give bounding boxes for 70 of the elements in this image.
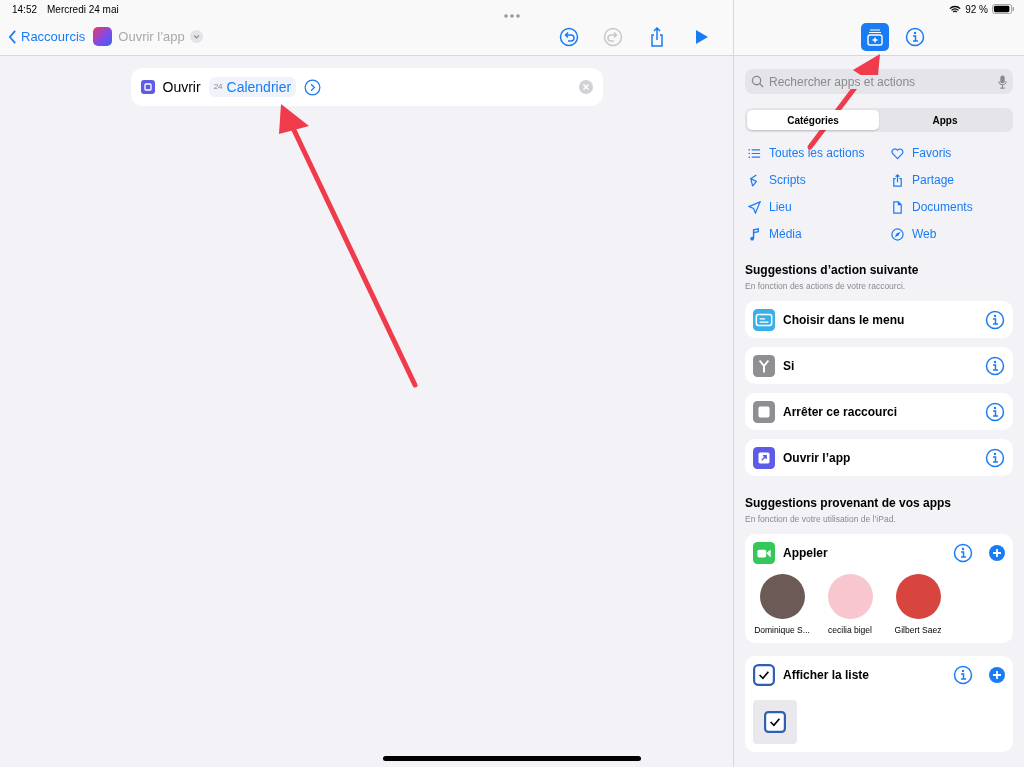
contact-name: Gilbert Saez <box>894 625 942 635</box>
location-arrow-icon <box>748 200 761 214</box>
app-icon <box>140 80 155 94</box>
segment-tab[interactable]: Apps <box>879 110 1011 130</box>
back-link[interactable]: Raccourcis <box>8 29 86 44</box>
contact-button[interactable]: Gilbert Saez <box>889 574 947 635</box>
contact-button[interactable]: Dominique S... <box>753 574 811 635</box>
category-item[interactable]: Partage <box>891 171 1013 189</box>
undo-icon[interactable] <box>559 26 579 47</box>
category-item[interactable]: Web <box>891 225 1013 243</box>
music-note-icon <box>748 227 761 241</box>
shortcut-title[interactable]: Ouvrir l’app <box>118 29 185 44</box>
info-icon[interactable] <box>985 447 1005 468</box>
checkbox-icon <box>764 711 786 733</box>
app-icon <box>93 27 113 46</box>
info-icon[interactable] <box>953 543 973 563</box>
action-label: Ouvrir l’app <box>783 450 852 465</box>
add-icon[interactable] <box>989 545 1005 561</box>
status-date: Mercredi 24 mai <box>47 3 119 15</box>
chevron-down-icon[interactable] <box>189 30 203 43</box>
compass-icon <box>891 227 904 241</box>
info-icon <box>905 26 925 47</box>
action-label: Arrêter ce raccourci <box>783 404 899 419</box>
microphone-icon[interactable] <box>998 74 1007 89</box>
section-subtitle: En fonction de votre utilisation de l’iPad. <box>745 514 897 524</box>
info-icon[interactable] <box>953 665 973 685</box>
library-tab[interactable] <box>861 22 889 51</box>
search-field[interactable]: Rechercher apps et actions <box>745 69 1013 94</box>
battery-percentage: 92 % <box>965 3 988 15</box>
info-icon[interactable] <box>985 401 1005 422</box>
heart-icon <box>891 146 904 160</box>
section-subtitle: En fonction des actions de votre raccourci. <box>745 281 907 291</box>
action-label: Si <box>783 358 796 373</box>
action-suggestion[interactable]: Si <box>745 347 1013 384</box>
contact-button[interactable]: cecilia bigel <box>821 574 879 635</box>
action-suggestion[interactable]: Arrêter ce raccourci <box>745 393 1013 430</box>
battery-icon <box>992 4 1014 14</box>
action-label: Choisir dans le menu <box>783 312 906 327</box>
category-item[interactable]: Toutes les actions <box>748 144 891 162</box>
multitasking-dots-icon[interactable] <box>503 13 521 19</box>
action-verb: Ouvrir <box>162 79 201 95</box>
add-icon[interactable] <box>989 667 1005 683</box>
category-item[interactable]: Favoris <box>891 144 1013 162</box>
action-card[interactable]: Ouvrir 24 Calendrier <box>130 68 603 106</box>
action-suggestion[interactable]: Choisir dans le menu <box>745 301 1013 338</box>
contact-name: cecilia bigel <box>828 625 872 635</box>
chevron-right-circle-icon[interactable] <box>304 78 322 96</box>
info-icon[interactable] <box>985 309 1005 330</box>
action-suggestion[interactable]: Ouvrir l’app <box>745 439 1013 476</box>
chevron-left-icon <box>8 29 17 44</box>
share-icon <box>891 173 904 187</box>
contact-name: Dominique S... <box>754 625 810 635</box>
tray-plus-icon <box>865 26 885 47</box>
document-icon <box>891 200 904 214</box>
search-icon <box>751 75 764 88</box>
info-icon[interactable] <box>985 355 1005 376</box>
category-item[interactable]: Lieu <box>748 198 891 216</box>
segment-tab[interactable]: Catégories <box>747 110 879 130</box>
calendar-icon: 24 <box>213 83 223 91</box>
category-item[interactable]: Documents <box>891 198 1013 216</box>
status-time: 14:52 <box>12 3 38 15</box>
category-item[interactable]: Média <box>748 225 891 243</box>
wifi-icon <box>949 4 962 14</box>
section-heading: Suggestions provenant de vos apps <box>745 496 953 510</box>
action-label: Afficher la liste <box>783 668 871 682</box>
action-label: Appeler <box>783 546 829 560</box>
list-icon <box>748 146 761 160</box>
app-token[interactable]: 24 Calendrier <box>208 77 297 97</box>
section-heading: Suggestions d’action suivante <box>745 263 920 277</box>
category-item[interactable]: Scripts <box>748 171 891 189</box>
